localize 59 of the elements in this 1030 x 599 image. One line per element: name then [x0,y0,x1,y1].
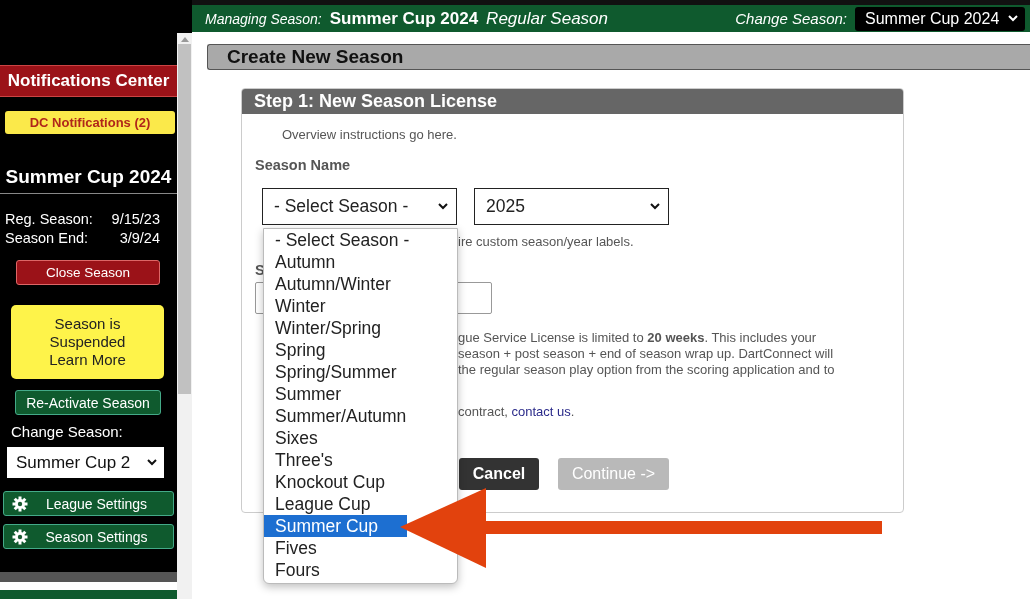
dropdown-option[interactable]: Spring/Summer [264,361,403,383]
dropdown-option[interactable]: Summer Cup [264,515,407,537]
scrollbar[interactable] [177,33,192,599]
gear-icon [12,528,28,545]
dropdown-option[interactable]: Winter [264,295,381,317]
notice-text: Suspended [49,333,126,351]
notifications-button[interactable]: DC Notifications (2) [5,111,175,134]
season-name-label: Season Name [255,157,352,173]
season-name: Summer Cup 2024 [329,8,479,29]
dropdown-option[interactable]: Spring [264,339,381,361]
gear-icon [12,495,28,512]
dropdown-option[interactable]: - Select Season - [264,229,416,251]
dropdown-option[interactable]: Autumn [264,251,381,273]
chevron-down-icon [438,203,448,210]
dropdown-option[interactable]: Autumn/Winter [264,273,397,295]
dropdown-option[interactable]: Fours [264,559,381,581]
dropdown-option[interactable]: Summer [264,383,381,405]
dropdown-option[interactable]: Winter/Spring [264,317,387,339]
date-value: 3/9/24 [118,229,160,248]
contact-link[interactable]: contact us [511,404,571,419]
year-select[interactable]: 2025 [474,188,669,225]
notice-text: season + post season + end of season wrap up. DartConnect will [458,346,835,362]
managing-label: Managing Season: [205,10,322,27]
season-select[interactable]: Summer Cup 2 [7,447,164,478]
settings-button[interactable]: League Settings [3,491,174,516]
contact-text: contract, contact us. [458,404,576,419]
notifications-header: Notifications Center [0,65,177,97]
reactivate-button[interactable]: Re-Activate Season [15,390,161,415]
cancel-button[interactable]: Cancel [459,458,539,490]
scroll-up-icon[interactable] [180,37,189,42]
change-season-label: Change Season: [10,423,124,440]
change-season-label: Change Season: [735,10,847,27]
step-title: Step 1: New Season License [242,89,903,114]
page-title: Create New Season [207,44,1030,70]
season-phase: Regular Season [486,8,609,29]
chevron-down-icon [1008,15,1018,22]
date-label: Reg. Season: [5,210,94,229]
hint-text: ire custom season/year labels. [458,234,635,249]
chevron-down-icon [147,459,157,466]
settings-button[interactable]: Season Settings [3,524,174,549]
overview-text: Overview instructions go here. [282,127,458,142]
season-select[interactable]: - Select Season - [262,188,457,225]
date-value: 9/15/23 [110,210,160,229]
close-season-button[interactable]: Close Season [16,260,160,285]
notice-text: gue Service License is limited to 20 weeks. This includes your [458,330,818,346]
notice-text: Season is [54,315,121,333]
dropdown-option[interactable]: Three's [264,449,381,471]
learn-more-link[interactable]: Learn More [49,351,126,369]
dropdown-option[interactable]: Summer/Autumn [264,405,413,427]
season-select[interactable]: Summer Cup 2024 [855,6,1025,31]
dropdown-option[interactable]: Knockout Cup [264,471,391,493]
sidebar-button[interactable] [0,590,177,599]
dropdown-option[interactable]: Fives [264,537,381,559]
chevron-down-icon [650,203,660,210]
scrollbar-thumb[interactable] [178,44,191,394]
date-label: Season End: [5,229,90,248]
dropdown-option[interactable]: League Cup [264,493,381,515]
dropdown-option[interactable]: Sixes [264,427,381,449]
notice-text: the regular season play option from the scoring application and to [458,362,836,378]
